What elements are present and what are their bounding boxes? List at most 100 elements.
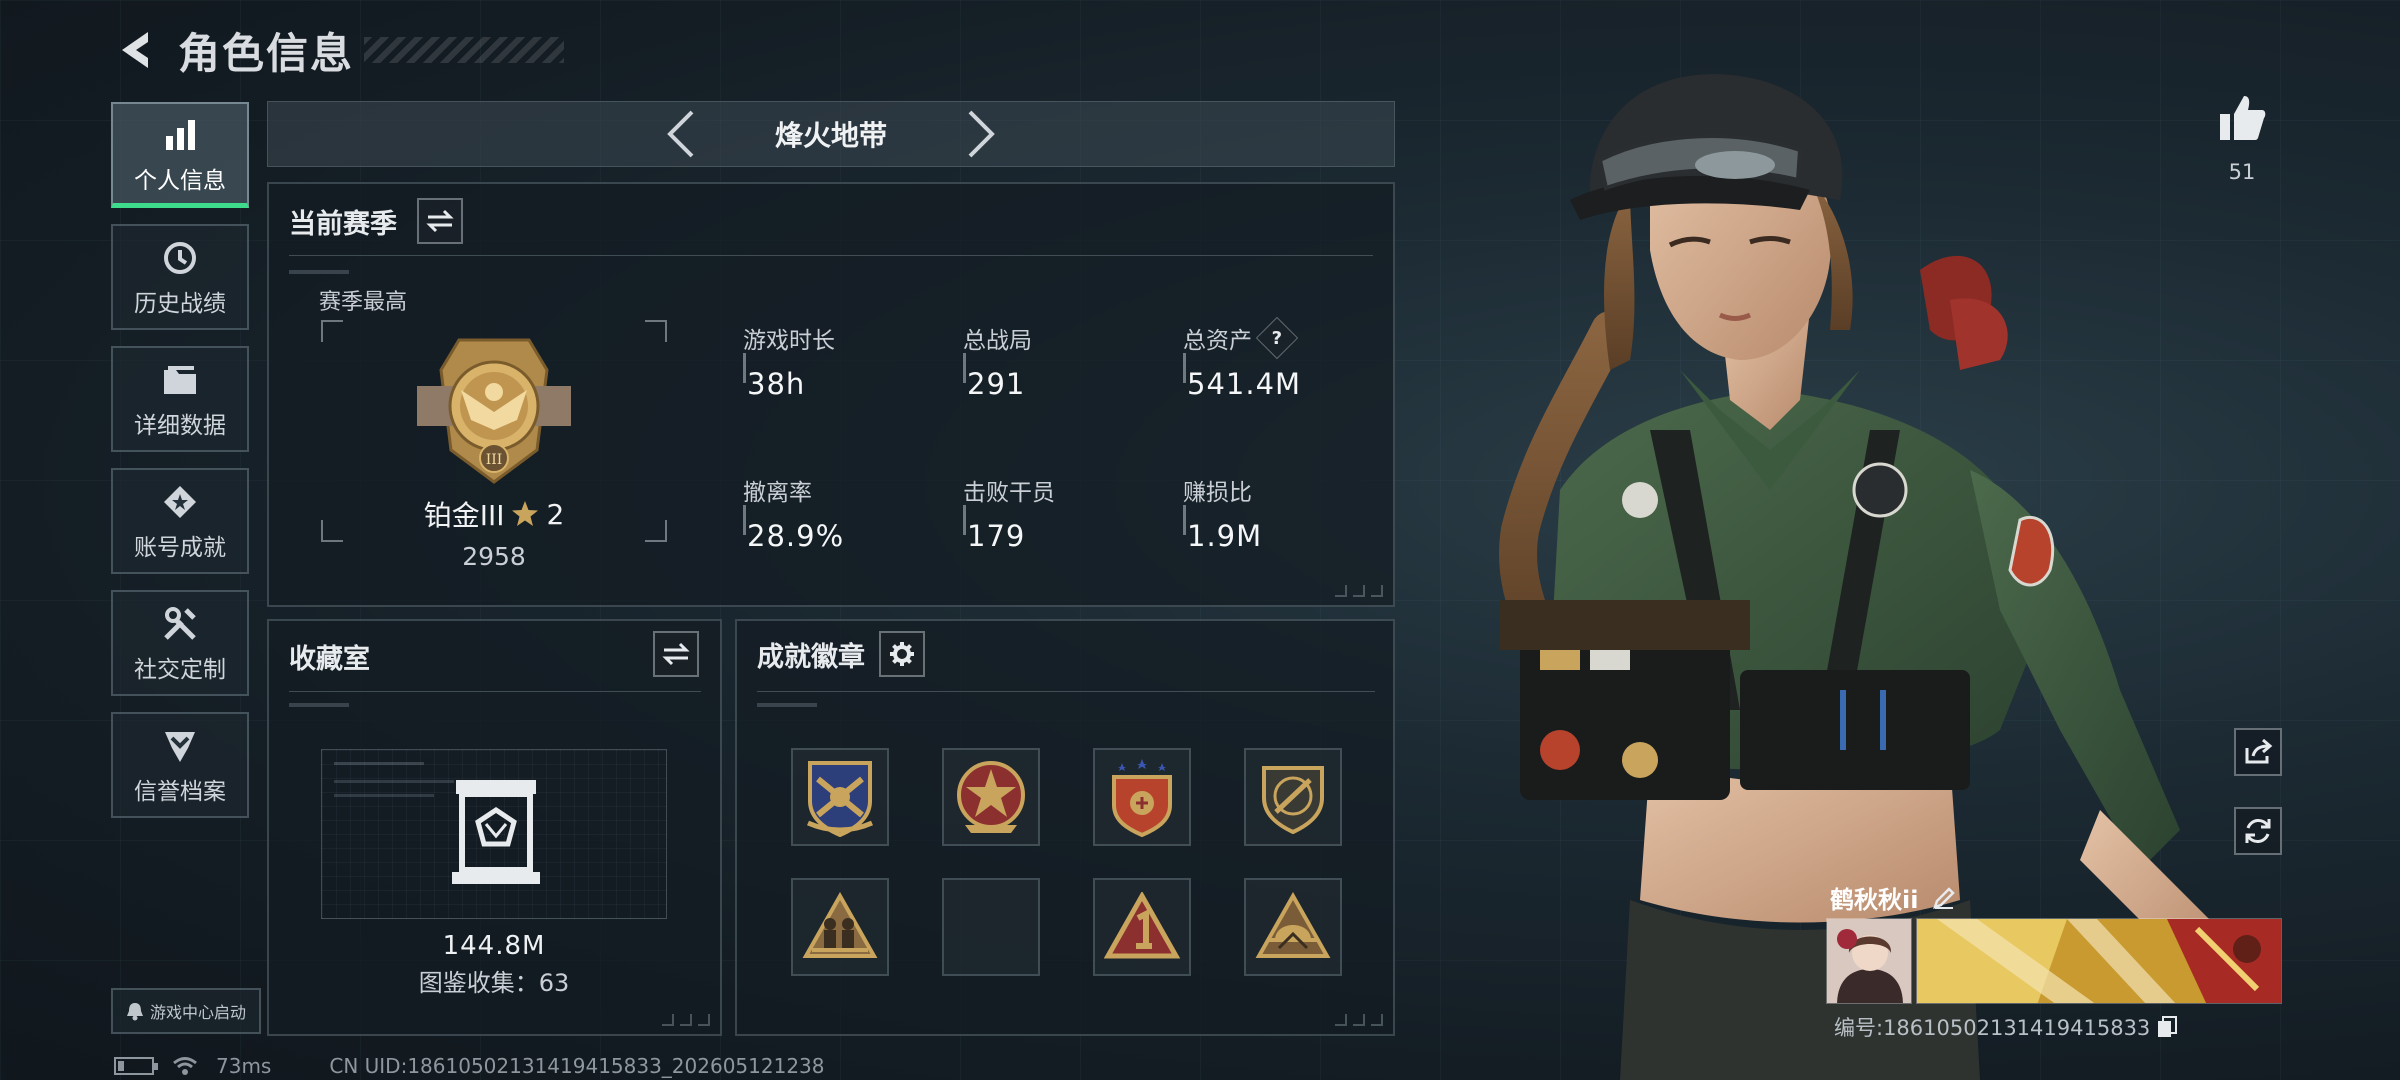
badge-slot[interactable] bbox=[791, 748, 889, 846]
like-button[interactable] bbox=[2212, 92, 2272, 148]
help-icon[interactable]: ? bbox=[1255, 316, 1299, 360]
name-card-banner[interactable] bbox=[1916, 918, 2282, 1004]
stat-label: 总资产 bbox=[1183, 328, 1252, 354]
badges-settings-button[interactable] bbox=[879, 631, 925, 677]
stat-operators-defeated: 击败干员 179 bbox=[963, 473, 1173, 553]
stat-label: 游戏时长 bbox=[743, 328, 835, 354]
rank-score: 2958 bbox=[462, 542, 526, 571]
stat-value: 291 bbox=[967, 367, 1026, 401]
mode-title: 烽火地带 bbox=[774, 119, 887, 152]
sidebar-item-detailed-data[interactable]: 详细数据 bbox=[111, 346, 249, 452]
swap-arrows-icon bbox=[662, 642, 690, 666]
crossed-rifles-badge-icon bbox=[806, 761, 874, 837]
edit-pencil-icon[interactable] bbox=[1932, 886, 1956, 910]
stat-label-row: 总资产 ? bbox=[1183, 316, 1393, 360]
avatar[interactable] bbox=[1826, 918, 1912, 1004]
stat-value: 541.4M bbox=[1187, 367, 1302, 401]
badge-slot[interactable] bbox=[1244, 748, 1342, 846]
sidebar-item-label: 社交定制 bbox=[134, 657, 226, 683]
decor-text bbox=[757, 703, 817, 707]
rifle-shield-badge-icon bbox=[1262, 766, 1324, 834]
status-bar: 73ms CN UID:1861050213141941583​3_202605… bbox=[114, 1054, 825, 1078]
badge-slot[interactable] bbox=[1244, 878, 1342, 976]
corner-decoration bbox=[1335, 1014, 1383, 1026]
achievement-badges-panel: 成就徽章 bbox=[735, 619, 1395, 1036]
badge-slot[interactable] bbox=[791, 878, 889, 976]
collection-count: 图鉴收集：63 bbox=[418, 969, 570, 997]
share-icon bbox=[2245, 738, 2273, 764]
sidebar-item-achievements[interactable]: 账号成就 bbox=[111, 468, 249, 574]
sidebar-item-label: 账号成就 bbox=[134, 535, 226, 561]
battery-icon bbox=[114, 1057, 158, 1075]
collection-divider bbox=[289, 691, 701, 692]
badge-slot[interactable] bbox=[942, 748, 1040, 846]
wifi-icon bbox=[173, 1057, 197, 1075]
season-title: 当前赛季 bbox=[289, 208, 397, 240]
share-button[interactable] bbox=[2234, 728, 2282, 776]
number-one-triangle-badge-icon bbox=[1104, 892, 1180, 959]
decor-text bbox=[289, 703, 349, 707]
stat-total-assets: 总资产 ? 541.4M bbox=[1183, 316, 1393, 401]
badge-slot-empty[interactable] bbox=[942, 878, 1040, 976]
season-divider bbox=[289, 255, 1373, 256]
launch-label: 游戏中心启动 bbox=[149, 1003, 246, 1022]
back-button[interactable] bbox=[110, 26, 158, 74]
stat-value: 179 bbox=[967, 519, 1026, 553]
stat-extraction-rate: 撤离率 28.9% bbox=[743, 473, 953, 553]
collection-switch-button[interactable] bbox=[653, 631, 699, 677]
player-name-row: 鹤秋秋ii bbox=[1830, 880, 1956, 915]
sidebar-item-history[interactable]: 历史战绩 bbox=[111, 224, 249, 330]
mode-prev-button[interactable] bbox=[651, 104, 711, 164]
chevron-right-icon bbox=[968, 110, 995, 158]
sidebar-item-label: 历史战绩 bbox=[134, 291, 226, 317]
game-center-launch-button[interactable]: 游戏中心启动 bbox=[111, 988, 261, 1034]
sidebar: 个人信息 历史战绩 详细数据 账号成就 社交定制 信誉档案 bbox=[111, 102, 249, 834]
rank-stars: 2 bbox=[546, 497, 565, 531]
display-case-icon bbox=[452, 780, 540, 884]
season-switch-button[interactable] bbox=[417, 198, 463, 244]
ping-value: 73ms bbox=[216, 1054, 272, 1078]
badge-slot[interactable] bbox=[1093, 748, 1191, 846]
sidebar-item-social[interactable]: 社交定制 bbox=[111, 590, 249, 696]
shield-chevron-icon bbox=[162, 724, 198, 768]
badges-title: 成就徽章 bbox=[757, 641, 865, 673]
player-id: 编号:1861050213141941583​3 bbox=[1834, 1016, 2151, 1040]
decor-text bbox=[289, 270, 349, 274]
sidebar-item-personal-info[interactable]: 个人信息 bbox=[111, 102, 249, 208]
refresh-icon bbox=[2245, 819, 2271, 843]
stat-label: 撤离率 bbox=[743, 480, 812, 506]
wrench-tools-icon bbox=[162, 602, 198, 646]
sidebar-item-label: 信誉档案 bbox=[134, 779, 226, 805]
badge-slot[interactable] bbox=[1093, 878, 1191, 976]
gear-icon bbox=[890, 642, 914, 666]
helmet-triangle-badge-icon bbox=[1255, 892, 1331, 958]
current-season-panel: 当前赛季 赛季最高 III 铂金III 2 2958 游戏时长 38h 总战局 … bbox=[267, 182, 1395, 607]
collection-display[interactable] bbox=[321, 749, 667, 919]
collection-title: 收藏室 bbox=[289, 644, 370, 675]
like-count: 51 bbox=[2228, 160, 2256, 184]
swap-arrows-icon bbox=[426, 209, 454, 233]
stat-label: 赚损比 bbox=[1183, 480, 1252, 506]
star-icon bbox=[512, 501, 539, 526]
collection-value: 144.8M bbox=[442, 931, 546, 961]
three-stars-badge-icon bbox=[1112, 759, 1172, 837]
stat-label: 击败干员 bbox=[963, 480, 1055, 506]
red-star-badge-icon bbox=[957, 761, 1025, 833]
svg-text:III: III bbox=[486, 452, 503, 468]
stat-profit-loss-ratio: 赚损比 1.9M bbox=[1183, 473, 1393, 553]
collection-panel: 收藏室 144.8M 图鉴收集：63 bbox=[267, 619, 722, 1036]
refresh-button[interactable] bbox=[2234, 807, 2282, 855]
back-arrow-icon bbox=[122, 32, 148, 68]
rank-name: 铂金III bbox=[423, 499, 505, 532]
stat-value: 38h bbox=[747, 367, 806, 401]
corner-decoration bbox=[1335, 585, 1383, 597]
rank-name-row: 铂金III 2 bbox=[321, 494, 667, 534]
platinum-rank-medal-icon: III bbox=[417, 338, 571, 484]
sidebar-item-reputation[interactable]: 信誉档案 bbox=[111, 712, 249, 818]
corner-decoration bbox=[662, 1014, 710, 1026]
stat-total-matches: 总战局 291 bbox=[963, 321, 1173, 401]
mode-next-button[interactable] bbox=[951, 104, 1011, 164]
folder-icon bbox=[162, 358, 198, 402]
player-id-row: 编号:1861050213141941583​3 bbox=[1834, 1012, 2178, 1042]
copy-icon[interactable] bbox=[2156, 1015, 2178, 1039]
